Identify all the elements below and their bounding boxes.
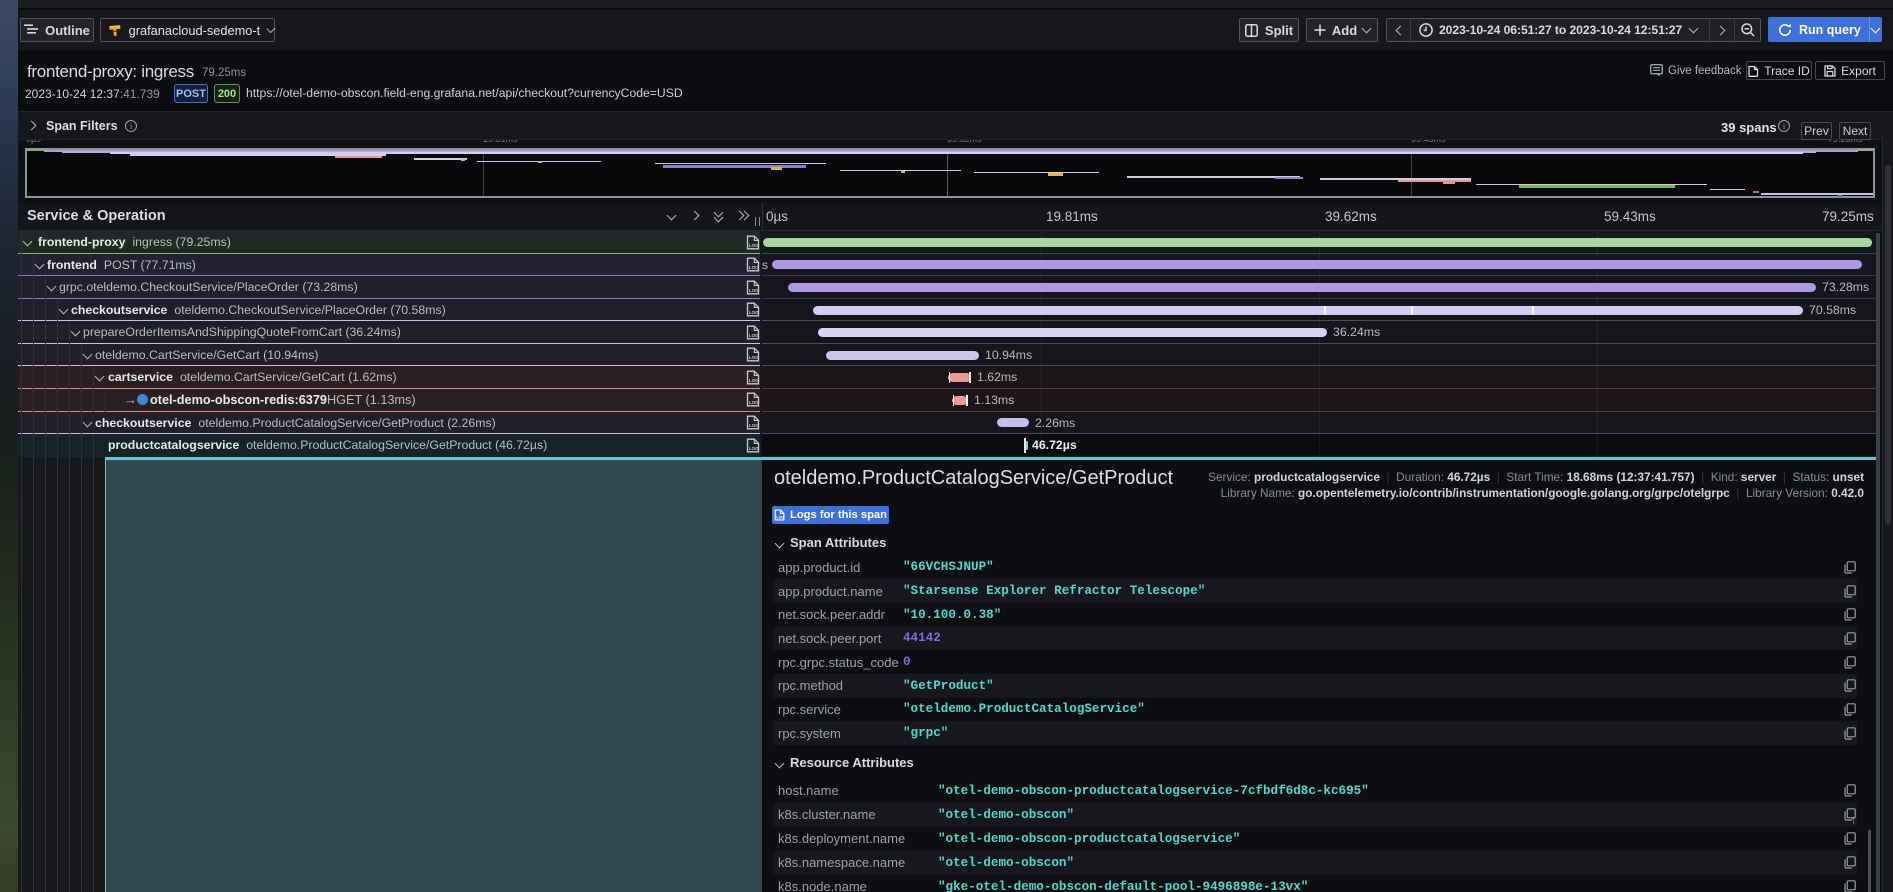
- svg-text:LOG: LOG: [749, 446, 759, 451]
- svg-text:LOG: LOG: [749, 243, 759, 248]
- svg-text:LOG: LOG: [749, 423, 759, 428]
- svg-text:LOG: LOG: [749, 333, 759, 338]
- svg-text:LOG: LOG: [749, 378, 759, 383]
- svg-text:LOG: LOG: [749, 288, 759, 293]
- svg-text:LOG: LOG: [749, 265, 759, 270]
- svg-text:LOG: LOG: [749, 310, 759, 315]
- svg-text:LOG: LOG: [776, 515, 784, 519]
- svg-text:LOG: LOG: [749, 401, 759, 406]
- svg-text:LOG: LOG: [749, 356, 759, 361]
